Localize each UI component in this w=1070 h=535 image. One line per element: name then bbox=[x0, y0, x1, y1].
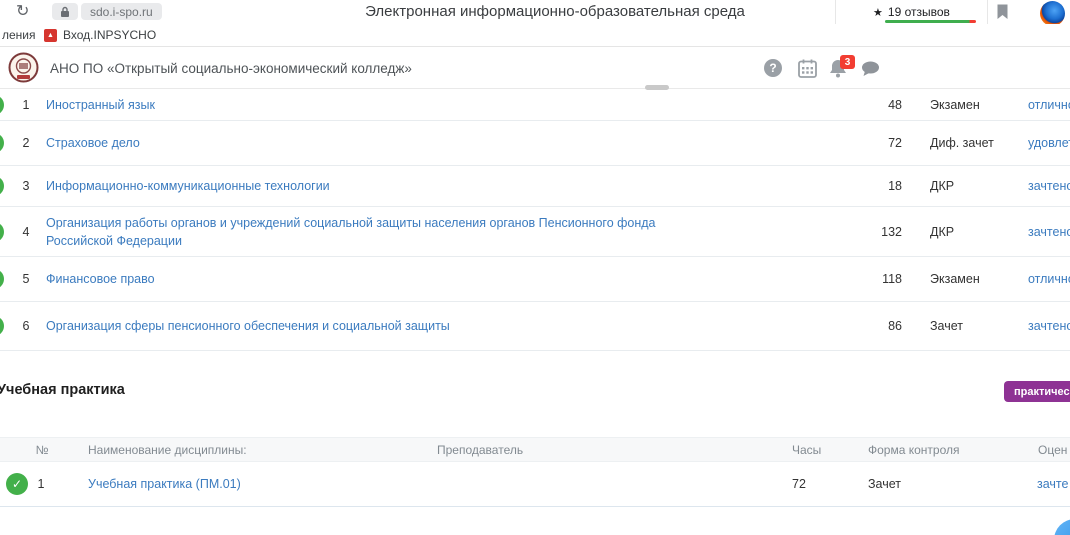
row-number: 5 bbox=[18, 272, 34, 286]
profile-avatar[interactable] bbox=[1040, 1, 1065, 26]
col-header-teacher: Преподаватель bbox=[437, 443, 523, 457]
control-form: Зачет bbox=[868, 477, 901, 491]
site-header: АНО ПО «Открытый социально-экономический… bbox=[0, 47, 1070, 89]
bookmark-icon[interactable] bbox=[996, 4, 1009, 20]
chat-fab-button[interactable] bbox=[1054, 519, 1070, 535]
col-header-control: Форма контроля bbox=[868, 443, 960, 457]
discipline-link[interactable]: Организация сферы пенсионного обеспечени… bbox=[46, 317, 450, 335]
col-header-num: № bbox=[34, 443, 50, 457]
page: ↻ sdo.i-spo.ru Электронная информационно… bbox=[0, 0, 1070, 535]
discipline-row: ✓ 1 Иностранный язык 48 Экзамен отлично bbox=[0, 89, 1070, 121]
bookmark-item-2[interactable]: ▲ Вход.INPSYCHO bbox=[44, 24, 156, 46]
col-header-grade: Оцен bbox=[1038, 443, 1067, 457]
practice-row: ✓ 1 Учебная практика (ПМ.01) 72 Зачет за… bbox=[0, 462, 1070, 507]
lock-glyph bbox=[60, 6, 70, 18]
practice-type-badge: практическое bbox=[1004, 381, 1070, 402]
page-title: Электронная информационно-образовательна… bbox=[365, 3, 745, 20]
bookmark-2-label: Вход.INPSYCHO bbox=[63, 28, 156, 42]
chat-icon[interactable] bbox=[861, 61, 880, 77]
status-check-icon: ✓ bbox=[6, 473, 28, 495]
discipline-link[interactable]: Иностранный язык bbox=[46, 95, 155, 113]
grade-link[interactable]: зачтено bbox=[1028, 319, 1070, 333]
hours-value: 118 bbox=[850, 272, 902, 286]
col-header-name: Наименование дисциплины: bbox=[88, 443, 247, 457]
status-check-icon: ✓ bbox=[0, 176, 4, 196]
row-number: 1 bbox=[18, 98, 34, 112]
bookmarks-bar: ления ▲ Вход.INPSYCHO bbox=[0, 24, 1070, 47]
site-favicon-icon: ▲ bbox=[44, 29, 57, 42]
reviews-label: 19 отзывов bbox=[888, 5, 950, 19]
address-url[interactable]: sdo.i-spo.ru bbox=[81, 3, 162, 20]
row-number: 6 bbox=[18, 319, 34, 333]
hours-value: 72 bbox=[850, 136, 902, 150]
college-logo[interactable] bbox=[8, 52, 39, 83]
discipline-link[interactable]: Страховое дело bbox=[46, 134, 140, 152]
reload-icon[interactable]: ↻ bbox=[16, 1, 29, 21]
grade-link[interactable]: зачте bbox=[1037, 477, 1068, 491]
status-check-icon: ✓ bbox=[0, 222, 4, 242]
status-check-icon: ✓ bbox=[0, 95, 4, 115]
control-form: Экзамен bbox=[930, 98, 980, 112]
status-check-icon: ✓ bbox=[0, 316, 4, 336]
control-form: ДКР bbox=[930, 179, 954, 193]
control-form: ДКР bbox=[930, 225, 954, 239]
hours-value: 18 bbox=[850, 179, 902, 193]
hours-value: 48 bbox=[850, 98, 902, 112]
hours-value: 72 bbox=[792, 477, 806, 491]
bookmark-1-label: ления bbox=[2, 28, 36, 42]
discipline-row: ✓ 2 Страховое дело 72 Диф. зачет удовлет… bbox=[0, 121, 1070, 166]
practice-table-header: № Наименование дисциплины: Преподаватель… bbox=[0, 437, 1070, 462]
college-name: АНО ПО «Открытый социально-экономический… bbox=[50, 47, 412, 89]
grade-link[interactable]: удовлетв bbox=[1028, 136, 1070, 150]
help-icon[interactable]: ? bbox=[764, 59, 782, 77]
control-form: Диф. зачет bbox=[930, 136, 994, 150]
practice-link[interactable]: Учебная практика (ПМ.01) bbox=[88, 477, 241, 491]
control-form: Зачет bbox=[930, 319, 963, 333]
discipline-link[interactable]: Информационно-коммуникационные технологи… bbox=[46, 177, 330, 195]
reviews-underline bbox=[885, 20, 976, 23]
discipline-row: ✓ 3 Информационно-коммуникационные техно… bbox=[0, 166, 1070, 207]
star-icon: ★ bbox=[873, 6, 883, 19]
row-number: 2 bbox=[18, 136, 34, 150]
row-number: 1 bbox=[34, 477, 48, 491]
row-number: 3 bbox=[18, 179, 34, 193]
control-form: Экзамен bbox=[930, 272, 980, 286]
row-number: 4 bbox=[18, 225, 34, 239]
discipline-link[interactable]: Финансовое право bbox=[46, 270, 155, 288]
discipline-link[interactable]: Организация работы органов и учреждений … bbox=[46, 213, 686, 249]
hours-value: 132 bbox=[850, 225, 902, 239]
status-check-icon: ✓ bbox=[0, 269, 4, 289]
calendar-icon[interactable] bbox=[798, 59, 817, 78]
grade-link[interactable]: отлично bbox=[1028, 98, 1070, 112]
notification-count-badge: 3 bbox=[840, 55, 855, 69]
discipline-row: ✓ 6 Организация сферы пенсионного обеспе… bbox=[0, 302, 1070, 351]
hours-value: 86 bbox=[850, 319, 902, 333]
grade-link[interactable]: отлично bbox=[1028, 272, 1070, 286]
lock-icon[interactable] bbox=[52, 3, 78, 20]
status-check-icon: ✓ bbox=[0, 133, 4, 153]
browser-toolbar: ↻ sdo.i-spo.ru Электронная информационно… bbox=[0, 0, 1070, 24]
discipline-row: ✓ 4 Организация работы органов и учрежде… bbox=[0, 207, 1070, 257]
section-title: Учебная практика bbox=[0, 382, 125, 398]
bookmark-item-1[interactable]: ления bbox=[2, 24, 36, 46]
grade-link[interactable]: зачтено bbox=[1028, 179, 1070, 193]
discipline-row: ✓ 5 Финансовое право 118 Экзамен отлично bbox=[0, 257, 1070, 302]
col-header-hours: Часы bbox=[792, 443, 821, 457]
grade-link[interactable]: зачтено bbox=[1028, 225, 1070, 239]
